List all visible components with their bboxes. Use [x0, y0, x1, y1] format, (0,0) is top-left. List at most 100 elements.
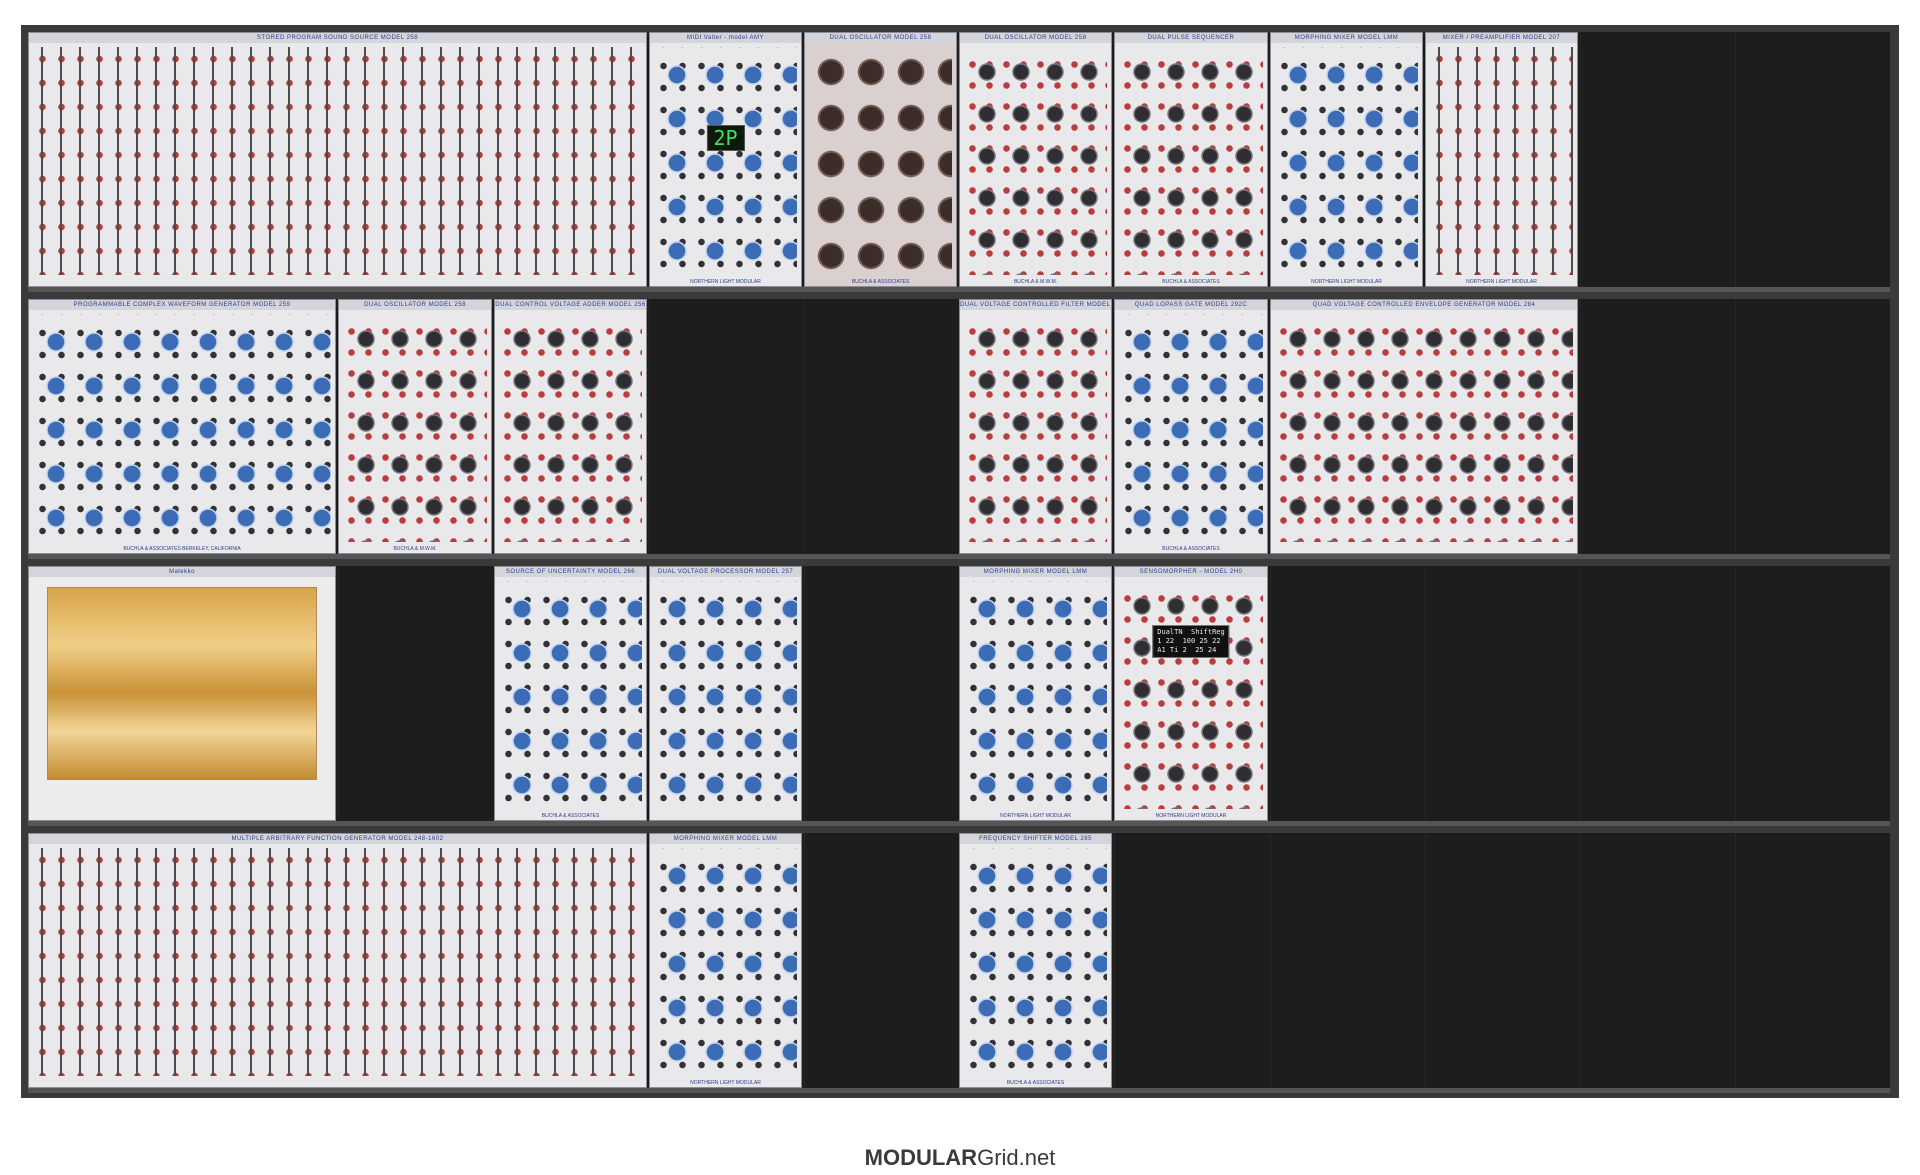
module-panel [499, 581, 642, 809]
module-panel [33, 848, 642, 1076]
module-257[interactable]: DUAL VOLTAGE PROCESSOR MODEL 257 [649, 566, 802, 821]
module-footer: BUCHLA & ASSOCIATES [1162, 546, 1220, 552]
empty-slot [1735, 566, 1889, 821]
module-footer: NORTHERN LIGHT MODULAR [1466, 279, 1537, 285]
module-mixer-lmm[interactable]: MORPHING MIXER MODEL LMM NORTHERN LIGHT M… [1270, 32, 1423, 287]
module-mixer-lmm-2[interactable]: MORPHING MIXER MODEL LMM NORTHERN LIGHT M… [959, 566, 1112, 821]
module-amy[interactable]: MIDI Valter - model AMY 2P NORTHERN LIGHT … [649, 32, 802, 287]
module-dual-osc-dark[interactable]: DUAL OSCILLATOR MODEL 258 BUCHLA & ASSOCI… [804, 32, 957, 287]
module-mixer-lmm-3[interactable]: MORPHING MIXER MODEL LMM NORTHERN LIGHT M… [649, 833, 802, 1088]
module-panel [654, 47, 797, 275]
module-title: DUAL VOLTAGE PROCESSOR MODEL 257 [650, 567, 801, 577]
module-title: MORPHING MIXER MODEL LMM [960, 567, 1111, 577]
module-title: Malekko [29, 567, 335, 577]
empty-slot [1114, 833, 1268, 1088]
module-panel [964, 581, 1107, 809]
module-panel [1275, 47, 1418, 275]
module-259[interactable]: PROGRAMMABLE COMPLEX WAVEFORM GENERATOR … [28, 299, 336, 554]
module-footer: BUCHLA & ASSOCIATES [1006, 1080, 1065, 1086]
module-footer: NORTHERN LIGHT MODULAR [690, 279, 761, 285]
rack-row-2: PROGRAMMABLE COMPLEX WAVEFORM GENERATOR … [28, 299, 1890, 559]
module-footer: NORTHERN LIGHT MODULAR [690, 1080, 761, 1086]
module-footer: BUCHLA & ASSOCIATES [851, 279, 910, 285]
module-title: QUAD VOLTAGE CONTROLLED ENVELOPE GENERAT… [1271, 300, 1577, 310]
module-footer: BUCHLA & ASSOCIATES BERKELEY, CALIFORNIA [123, 546, 241, 552]
module-panel [33, 47, 642, 275]
module-footer: BUCHLA & ASSOCIATES [1162, 279, 1220, 285]
empty-slot [1425, 833, 1579, 1088]
module-mixer-207[interactable]: MIXER / PREAMPLIFIER MODEL 207 NORTHERN L… [1425, 32, 1578, 287]
empty-slot [1270, 833, 1424, 1088]
module-panel [1430, 47, 1573, 275]
empty-slot [649, 299, 803, 554]
module-title: SENSOMORPHER - MODEL 2H0 [1115, 567, 1267, 577]
module-footer: BUCHLA & M.W.M. [1013, 279, 1058, 285]
module-panel [964, 314, 1107, 542]
module-malekko[interactable]: Malekko [28, 566, 336, 821]
empty-slot [1735, 833, 1889, 1088]
module-panel [1119, 47, 1263, 275]
module-title: DUAL OSCILLATOR MODEL 258 [960, 33, 1111, 43]
modulargrid-logo[interactable]: MODULARGrid.net [0, 1145, 1920, 1171]
module-dual-osc-2[interactable]: DUAL OSCILLATOR MODEL 258 BUCHLA & M.W.M. [338, 299, 492, 554]
module-cv-adder-256[interactable]: DUAL CONTROL VOLTAGE ADDER MODEL 256 [494, 299, 647, 554]
module-panel [654, 581, 797, 809]
module-title: MORPHING MIXER MODEL LMM [650, 834, 801, 844]
module-panel [47, 587, 317, 780]
led-display: 2P [706, 125, 745, 151]
module-panel [343, 314, 487, 542]
empty-slot [338, 566, 492, 821]
module-footer: BUCHLA & ASSOCIATES [541, 813, 600, 819]
empty-slot [1580, 32, 1734, 287]
empty-slot [804, 566, 958, 821]
module-dual-osc-258[interactable]: DUAL OSCILLATOR MODEL 258 BUCHLA & M.W.M. [959, 32, 1112, 287]
module-title: DUAL OSCILLATOR MODEL 258 [339, 300, 491, 310]
brand-regular: Grid.net [977, 1145, 1056, 1170]
module-title: PROGRAMMABLE COMPLEX WAVEFORM GENERATOR … [29, 300, 335, 310]
module-panel [1275, 314, 1573, 542]
module-266[interactable]: SOURCE OF UNCERTAINTY MODEL 266 BUCHLA & … [494, 566, 647, 821]
module-title: MIXER / PREAMPLIFIER MODEL 207 [1426, 33, 1577, 43]
module-title: QUAD LOPASS GATE MODEL 292C [1115, 300, 1267, 310]
module-footer: NORTHERN LIGHT MODULAR [1000, 813, 1071, 819]
module-panel [1119, 581, 1263, 809]
empty-slot [1580, 299, 1734, 554]
module-panel [1119, 314, 1263, 542]
rack-row-3: Malekko SOURCE OF UNCERTAINTY MODEL 266 BU… [28, 566, 1890, 826]
module-title: DUAL VOLTAGE CONTROLLED FILTER MODEL 291 [960, 300, 1111, 310]
empty-slot [1580, 566, 1734, 821]
module-title: DUAL PULSE SEQUENCER [1115, 33, 1267, 43]
empty-slot [1270, 566, 1424, 821]
module-title: SOURCE OF UNCERTAINTY MODEL 266 [495, 567, 646, 577]
module-env-284[interactable]: QUAD VOLTAGE CONTROLLED ENVELOPE GENERAT… [1270, 299, 1578, 554]
module-title: DUAL CONTROL VOLTAGE ADDER MODEL 256 [495, 300, 646, 310]
module-lpg-292c[interactable]: QUAD LOPASS GATE MODEL 292C BUCHLA & ASSO… [1114, 299, 1268, 554]
oled-screen: DualTN ShiftReg 1 22 100 25 22 A1 Ti 2 2… [1152, 625, 1230, 658]
empty-slot [1735, 299, 1889, 554]
module-vcf-291[interactable]: DUAL VOLTAGE CONTROLLED FILTER MODEL 291 [959, 299, 1112, 554]
empty-slot [1735, 32, 1889, 287]
empty-slot [1425, 566, 1579, 821]
module-258-program-board[interactable]: STORED PROGRAM SOUND SOURCE MODEL 258 [28, 32, 647, 287]
module-title: MIDI Valter - model AMY [650, 33, 801, 43]
rack-row-1: STORED PROGRAM SOUND SOURCE MODEL 258 MID… [28, 32, 1890, 292]
module-footer: NORTHERN LIGHT MODULAR [1311, 279, 1382, 285]
module-freq-shifter[interactable]: FREQUENCY SHIFTER MODEL 285 BUCHLA & ASSO… [959, 833, 1112, 1088]
module-panel [964, 47, 1107, 275]
empty-slot [804, 833, 958, 1088]
module-title: STORED PROGRAM SOUND SOURCE MODEL 258 [29, 33, 646, 43]
module-pulse-sequencer[interactable]: DUAL PULSE SEQUENCER BUCHLA & ASSOCIATES [1114, 32, 1268, 287]
module-panel [33, 314, 331, 542]
module-panel [809, 47, 952, 275]
module-248-maf[interactable]: MULTIPLE ARBITRARY FUNCTION GENERATOR MO… [28, 833, 647, 1088]
empty-slot [1580, 833, 1734, 1088]
module-title: MORPHING MIXER MODEL LMM [1271, 33, 1422, 43]
module-footer: NORTHERN LIGHT MODULAR [1155, 813, 1227, 819]
module-sensemorpher[interactable]: SENSOMORPHER - MODEL 2H0 DualTN ShiftReg … [1114, 566, 1268, 821]
module-panel [654, 848, 797, 1076]
rack: STORED PROGRAM SOUND SOURCE MODEL 258 MID… [21, 25, 1899, 1098]
module-title: DUAL OSCILLATOR MODEL 258 [805, 33, 956, 43]
brand-bold: MODULAR [864, 1145, 978, 1170]
empty-slot [804, 299, 958, 554]
rack-row-4: MULTIPLE ARBITRARY FUNCTION GENERATOR MO… [28, 833, 1890, 1093]
